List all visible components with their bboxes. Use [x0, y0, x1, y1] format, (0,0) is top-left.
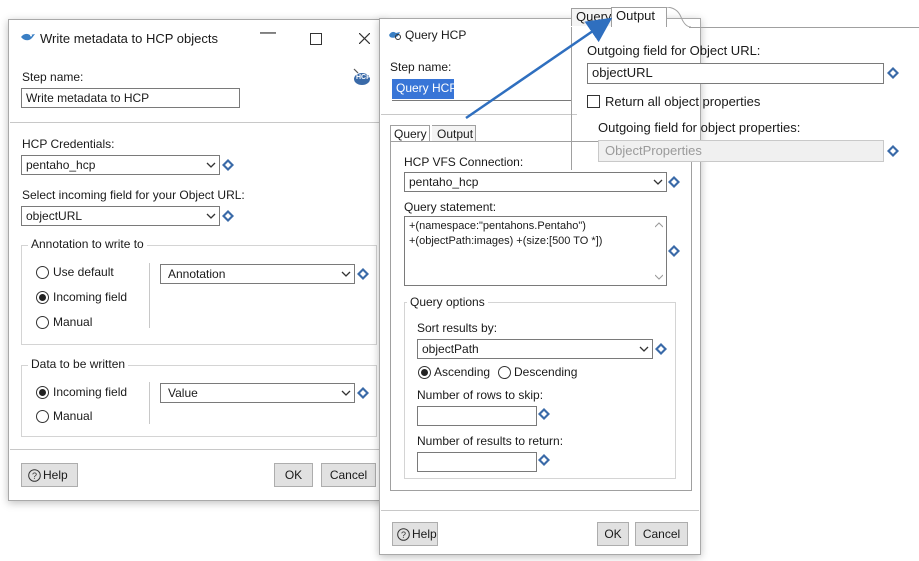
callout-arrow [465, 17, 613, 120]
